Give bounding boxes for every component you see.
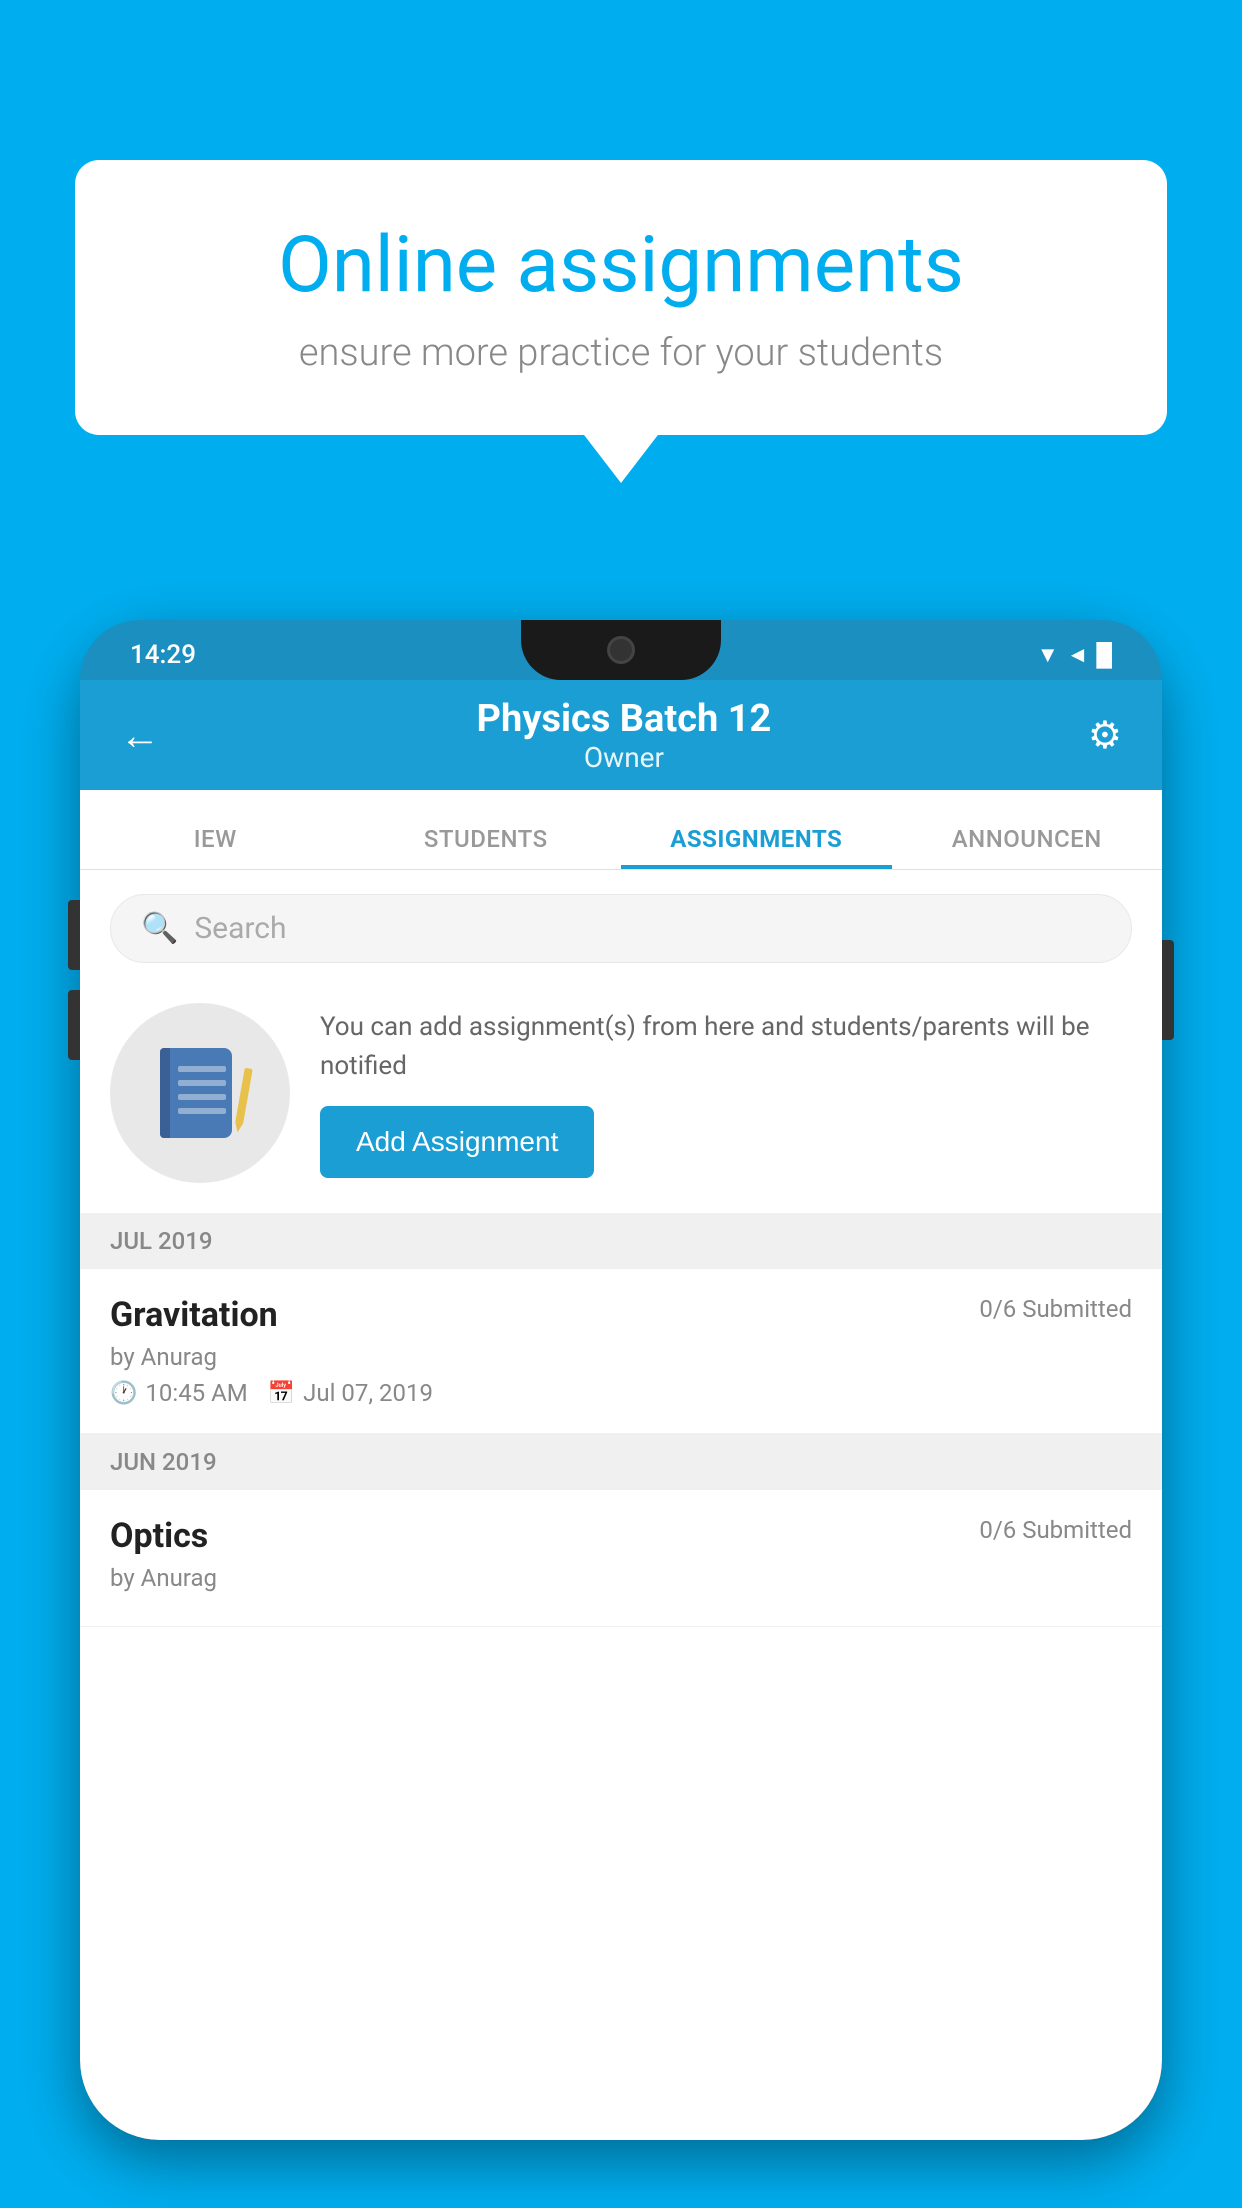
assignment-header: Gravitation 0/6 Submitted xyxy=(110,1295,1132,1335)
front-camera xyxy=(607,636,635,664)
calendar-icon: 📅 xyxy=(268,1381,295,1406)
app-bar-title: Physics Batch 12 xyxy=(477,697,772,741)
search-bar[interactable]: 🔍 Search xyxy=(110,894,1132,963)
assignment-item-optics[interactable]: Optics 0/6 Submitted by Anurag xyxy=(80,1490,1162,1627)
pencil-icon xyxy=(235,1068,252,1124)
assignment-author-optics: by Anurag xyxy=(110,1564,1132,1592)
meta-date: 📅 Jul 07, 2019 xyxy=(268,1379,433,1407)
phone-notch xyxy=(521,620,721,680)
tab-assignments[interactable]: ASSIGNMENTS xyxy=(621,825,892,869)
notebook-line-1 xyxy=(178,1066,226,1072)
assignment-submitted-optics: 0/6 Submitted xyxy=(979,1516,1132,1544)
wifi-icon: ▼ xyxy=(1037,642,1059,668)
assignment-author: by Anurag xyxy=(110,1343,1132,1371)
promo-text-group: You can add assignment(s) from here and … xyxy=(320,1008,1132,1178)
notebook-line-3 xyxy=(178,1094,226,1100)
promo-description: You can add assignment(s) from here and … xyxy=(320,1008,1132,1086)
settings-icon[interactable]: ⚙ xyxy=(1088,713,1122,758)
section-jul-2019: JUL 2019 xyxy=(80,1213,1162,1269)
search-placeholder: Search xyxy=(194,911,286,946)
assignment-item-gravitation[interactable]: Gravitation 0/6 Submitted by Anurag 🕐 10… xyxy=(80,1269,1162,1434)
notebook-line-2 xyxy=(178,1080,226,1086)
assignment-time: 10:45 AM xyxy=(145,1379,247,1407)
tab-iew[interactable]: IEW xyxy=(80,825,351,869)
app-bar: ← Physics Batch 12 Owner ⚙ xyxy=(80,680,1162,790)
phone-body: 14:29 ▼ ◄ █ ← Physics Batch 12 Owner ⚙ I… xyxy=(80,620,1162,2140)
assignment-title: Gravitation xyxy=(110,1295,278,1335)
assignment-title-optics: Optics xyxy=(110,1516,208,1556)
volume-up-button xyxy=(68,900,80,970)
battery-icon: █ xyxy=(1096,642,1112,668)
screen-content: 🔍 Search xyxy=(80,870,1162,2140)
tab-bar: IEW STUDENTS ASSIGNMENTS ANNOUNCEN xyxy=(80,790,1162,870)
back-button[interactable]: ← xyxy=(120,712,160,759)
status-time: 14:29 xyxy=(130,640,196,670)
volume-down-button xyxy=(68,990,80,1060)
add-assignment-promo: You can add assignment(s) from here and … xyxy=(80,983,1162,1213)
clock-icon: 🕐 xyxy=(110,1381,137,1406)
notebook-spine xyxy=(160,1048,170,1138)
speech-bubble-container: Online assignments ensure more practice … xyxy=(75,160,1167,435)
promo-icon-circle xyxy=(110,1003,290,1183)
add-assignment-button[interactable]: Add Assignment xyxy=(320,1106,594,1178)
phone-container: 14:29 ▼ ◄ █ ← Physics Batch 12 Owner ⚙ I… xyxy=(80,620,1162,2208)
section-jun-2019: JUN 2019 xyxy=(80,1434,1162,1490)
speech-bubble: Online assignments ensure more practice … xyxy=(75,160,1167,435)
search-icon: 🔍 xyxy=(141,911,178,946)
power-button xyxy=(1162,940,1174,1040)
assignment-date: Jul 07, 2019 xyxy=(303,1379,433,1407)
speech-bubble-subtitle: ensure more practice for your students xyxy=(145,331,1097,375)
assignment-submitted: 0/6 Submitted xyxy=(979,1295,1132,1323)
signal-icon: ◄ xyxy=(1067,642,1089,668)
tab-students[interactable]: STUDENTS xyxy=(351,825,622,869)
speech-bubble-title: Online assignments xyxy=(145,220,1097,311)
notebook-body xyxy=(160,1048,232,1138)
notebook-lines xyxy=(178,1066,226,1122)
notebook-line-4 xyxy=(178,1108,226,1114)
notebook-icon xyxy=(160,1048,240,1138)
app-bar-subtitle: Owner xyxy=(477,741,772,774)
meta-time: 🕐 10:45 AM xyxy=(110,1379,248,1407)
tab-announcements[interactable]: ANNOUNCEN xyxy=(892,825,1163,869)
assignment-meta: 🕐 10:45 AM 📅 Jul 07, 2019 xyxy=(110,1379,1132,1407)
app-bar-title-group: Physics Batch 12 Owner xyxy=(477,697,772,774)
assignment-header-optics: Optics 0/6 Submitted xyxy=(110,1516,1132,1556)
status-icons: ▼ ◄ █ xyxy=(1037,642,1112,668)
